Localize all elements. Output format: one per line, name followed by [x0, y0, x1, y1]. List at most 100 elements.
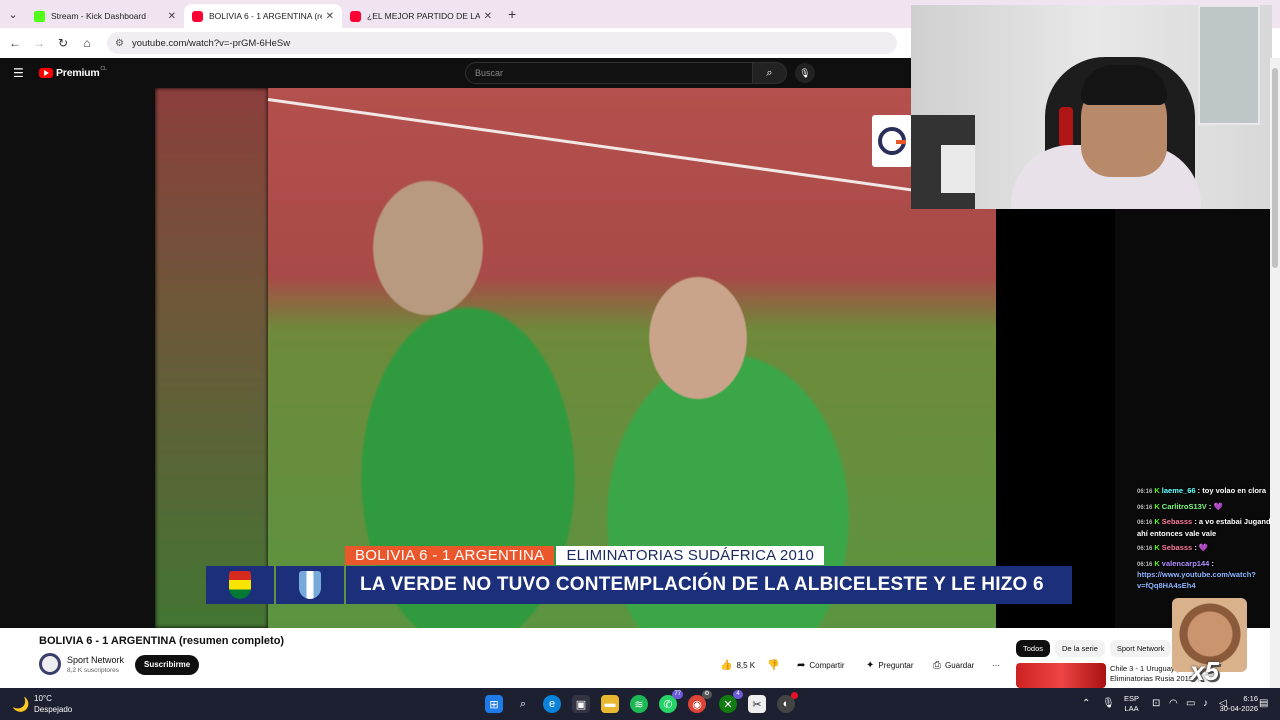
tab-bolivia-argentina[interactable]: BOLIVIA 6 - 1 ARGENTINA (resu ✕ — [184, 4, 342, 28]
video-title: BOLIVIA 6 - 1 ARGENTINA (resumen complet… — [39, 635, 285, 647]
menu-icon[interactable]: ☰ — [13, 66, 27, 80]
file-explorer-icon[interactable]: ▬ — [601, 695, 619, 713]
headline-banner: LA VERDE NO TUVO CONTEMPLACIÓN DE LA ALB… — [346, 566, 1072, 604]
site-info-icon[interactable]: ⚙ — [115, 38, 124, 49]
webcam-box — [941, 145, 975, 193]
save-button[interactable]: ⎙ Guardar — [933, 656, 974, 674]
recommendation-chips: Todos De la serie Sport Network — [1016, 640, 1176, 657]
lower-third-bottom: LA VERDE NO TUVO CONTEMPLACIÓN DE LA ALB… — [206, 566, 1072, 604]
home-icon[interactable]: ⌂ — [75, 36, 99, 50]
chip-series[interactable]: De la serie — [1055, 640, 1105, 657]
logo-text: Premium — [56, 67, 100, 79]
chip-all[interactable]: Todos — [1016, 640, 1051, 657]
bookmark-icon: ⎙ — [933, 659, 941, 671]
tab-mejor-partido[interactable]: ¿EL MEJOR PARTIDO DE LA HIS ✕ — [342, 4, 500, 28]
like-count: 8,5 K — [736, 660, 756, 670]
tab-title: Stream - Kick Dashboard — [51, 11, 146, 21]
tab-search-chevron-icon[interactable]: ⌄ — [0, 0, 26, 28]
chat-message: 06:16 Klaeme_66 : toy volao en clora — [1137, 486, 1267, 495]
weather-condition[interactable]: Despejado — [34, 705, 72, 714]
chat-message: 06:16 K CarlitroS13V : 💜 — [1137, 501, 1223, 511]
notification-icon[interactable]: ▤ — [1259, 698, 1268, 709]
chip-channel[interactable]: Sport Network — [1109, 640, 1172, 657]
wifi-icon[interactable]: ◠ — [1169, 698, 1178, 709]
thumbs-down-icon: 👎 — [767, 659, 780, 671]
thumbs-up-icon: 👍 — [720, 659, 733, 671]
channel-avatar[interactable] — [39, 653, 61, 675]
reload-icon[interactable]: ↻ — [51, 36, 75, 50]
tab-kick-dashboard[interactable]: Stream - Kick Dashboard ✕ — [26, 4, 184, 28]
chat-message: 06:16 K Sebasss : a vo estabai Jugando ahí… — [1137, 517, 1276, 538]
tab-title: ¿EL MEJOR PARTIDO DE LA HIS — [367, 11, 480, 21]
video-info-area: BOLIVIA 6 - 1 ARGENTINA (resumen complet… — [0, 628, 1270, 688]
streamer-hair — [1081, 65, 1167, 105]
back-icon[interactable]: ← — [3, 36, 27, 50]
xbox-icon[interactable]: ✕ 4 — [719, 690, 743, 713]
stream-chat-overlay: 06:16 Klaeme_66 : toy volao en clora 06:1… — [1137, 486, 1279, 595]
share-button[interactable]: ➦ Compartir — [797, 656, 845, 674]
hidden-icons-chevron-icon[interactable]: ⌃ — [1082, 698, 1090, 709]
forward-icon[interactable]: → — [27, 36, 51, 50]
snipping-tool-icon[interactable]: ✂ — [748, 695, 766, 713]
windows-taskbar: 🌙 10°C Despejado ⊞ ⌕ e ▣ ▬ ≋ ✆ 77 ◉ ⚙ ✕ 4 ✂… — [0, 688, 1280, 720]
microphone-icon[interactable]: 🎙 — [795, 63, 815, 83]
close-tab-icon[interactable]: ✕ — [168, 11, 176, 22]
kick-icon — [34, 10, 45, 22]
obs-icon[interactable]: ◐ — [777, 692, 798, 713]
temperature[interactable]: 10°C — [34, 694, 52, 703]
windows-start-icon[interactable]: ⊞ — [485, 695, 503, 713]
close-tab-icon[interactable]: ✕ — [326, 11, 334, 22]
search-taskbar-icon[interactable]: ⌕ — [514, 695, 532, 713]
clock[interactable]: 6:16 30-04-2026 — [1210, 694, 1258, 714]
subscriber-count: 8,2 K suscriptores — [67, 667, 120, 674]
like-button[interactable]: 👍 8,5 K — [720, 656, 755, 674]
volume-icon[interactable]: ♪ — [1203, 698, 1208, 709]
search-bar: Buscar ⌕ — [465, 62, 787, 84]
dislike-button[interactable]: 👎 — [767, 656, 783, 674]
score-label: BOLIVIA 6 - 1 ARGENTINA — [345, 546, 555, 565]
spotify-icon[interactable]: ≋ — [630, 695, 648, 713]
language-indicator[interactable]: ESP LAA — [1124, 694, 1139, 714]
tournament-label: ELIMINATORIAS SUDÁFRICA 2010 — [556, 546, 825, 565]
ask-button[interactable]: ✦ Preguntar — [866, 656, 914, 674]
webcam-overlay — [911, 5, 1272, 209]
url-field[interactable]: ⚙ youtube.com/watch?v=-prGM-6HeSw — [107, 32, 897, 54]
whatsapp-icon[interactable]: ✆ 77 — [659, 690, 683, 713]
share-label: Compartir — [809, 660, 845, 670]
save-label: Guardar — [945, 660, 975, 670]
chrome-icon[interactable]: ◉ ⚙ — [688, 690, 712, 713]
search-icon[interactable]: ⌕ — [753, 62, 787, 84]
subscribe-button[interactable]: Suscribirme — [135, 655, 200, 675]
chat-message: 06:16 Kvalencarp144 : https://www.youtube… — [1137, 558, 1256, 590]
scrollbar-thumb[interactable] — [1272, 68, 1278, 268]
youtube-play-icon — [39, 68, 53, 78]
webcam-door — [1198, 5, 1260, 125]
page-scrollbar[interactable] — [1270, 58, 1280, 688]
battery-icon[interactable]: ▭ — [1186, 698, 1195, 709]
search-input[interactable]: Buscar — [465, 62, 753, 84]
network-icon[interactable]: ⊡ — [1152, 698, 1160, 709]
close-tab-icon[interactable]: ✕ — [484, 11, 492, 22]
sparkle-icon: ✦ — [866, 659, 875, 671]
argentina-crest-icon — [276, 566, 344, 604]
new-tab-icon[interactable]: + — [508, 6, 516, 22]
recommendation-thumbnail[interactable] — [1016, 663, 1106, 688]
multiplier-label: x5 — [1190, 656, 1219, 686]
lower-third-top: BOLIVIA 6 - 1 ARGENTINA ELIMINATORIAS SU… — [345, 546, 825, 565]
youtube-icon — [350, 10, 361, 22]
tab-title: BOLIVIA 6 - 1 ARGENTINA (resu — [209, 11, 322, 21]
moon-weather-icon[interactable]: 🌙 — [12, 696, 29, 713]
edge-icon[interactable]: e — [543, 695, 561, 713]
youtube-premium-logo[interactable]: Premium CL — [39, 66, 107, 79]
share-icon: ➦ — [797, 659, 806, 671]
chat-message: 06:16 K Sebasss : 💜 — [1137, 543, 1209, 552]
ask-label: Preguntar — [878, 660, 914, 670]
store-icon[interactable]: ▣ — [572, 695, 590, 713]
video-blur-edge — [155, 88, 268, 628]
microphone-tray-icon[interactable]: 🎙 — [1102, 698, 1115, 709]
url-text: youtube.com/watch?v=-prGM-6HeSw — [131, 37, 291, 49]
youtube-icon — [192, 10, 203, 22]
channel-name[interactable]: Sport Network — [67, 655, 124, 665]
more-actions-icon[interactable]: ⋯ — [992, 656, 1000, 674]
channel-watermark-logo — [872, 115, 912, 167]
